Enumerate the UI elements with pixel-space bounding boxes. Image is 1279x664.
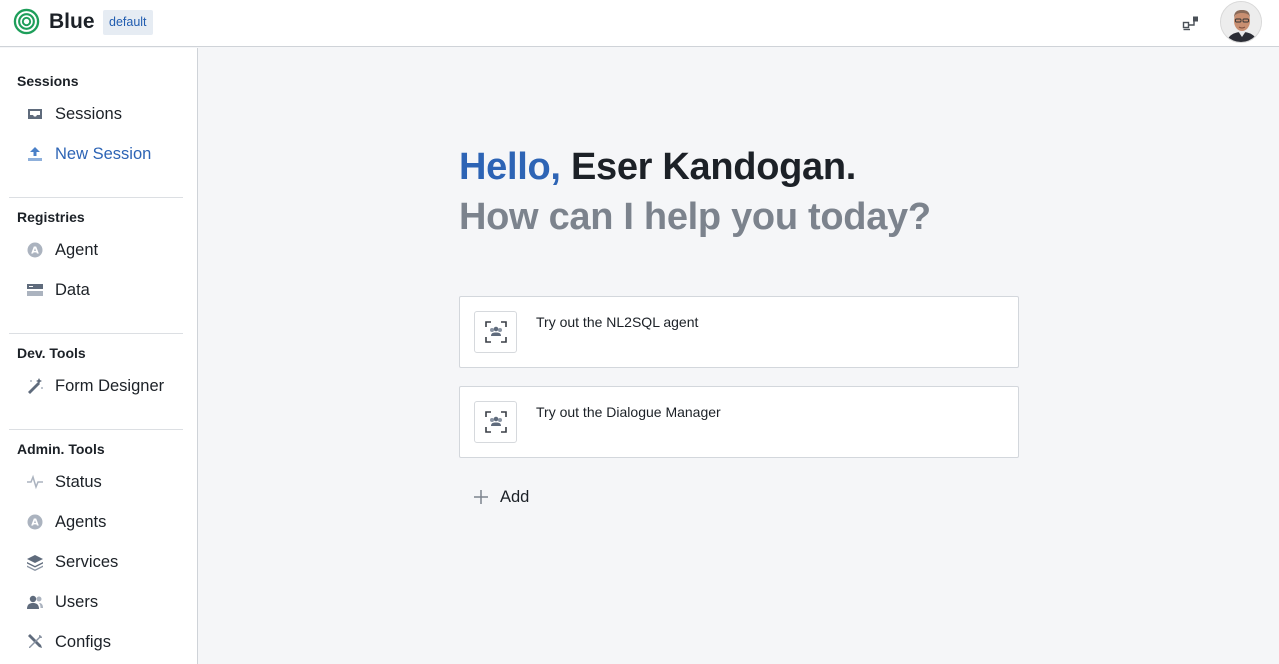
sidebar-divider [9,197,183,198]
environment-tag[interactable]: default [103,10,153,35]
top-bar: Blue default [0,0,1279,47]
quick-start-card-dialogue-manager[interactable]: Try out the Dialogue Manager [459,386,1019,458]
user-avatar[interactable] [1220,1,1262,43]
wrench-screwdriver-icon [26,633,44,651]
sidebar-section-title: Sessions [17,73,79,89]
sidebar-item-sessions[interactable]: Sessions [26,102,122,126]
add-button[interactable]: Add [472,485,529,509]
pulse-icon [26,473,44,491]
sidebar-item-label: Configs [55,632,111,651]
sidebar-section-title: Dev. Tools [17,345,86,361]
sidebar-item-agent[interactable]: A Agent [26,238,98,262]
greeting-question: How can I help you today? [459,196,931,238]
database-icon [26,281,44,299]
sidebar-item-agents[interactable]: A Agents [26,510,106,534]
sidebar-item-data[interactable]: Data [26,278,90,302]
svg-text:A: A [31,518,39,529]
sidebar-item-label: Users [55,592,99,611]
sidebar-item-status[interactable]: Status [26,470,102,494]
sidebar-item-label: Form Designer [55,376,165,395]
card-label: Try out the Dialogue Manager [536,404,721,420]
upload-icon [26,145,44,163]
sidebar-item-label: Sessions [55,104,122,123]
sidebar-item-label: Services [55,552,119,571]
inbox-icon [26,105,44,123]
sidebar-item-label: Data [55,280,90,299]
group-scan-icon [474,311,517,353]
group-scan-icon [474,401,517,443]
greeting-hello: Hello, [459,146,561,188]
greeting-heading: Hello, Eser Kandogan. [459,146,856,189]
sidebar-item-form-designer[interactable]: Form Designer [26,374,164,398]
main-content: Hello, Eser Kandogan. How can I help you… [199,48,1279,664]
sidebar-item-label: New Session [55,144,152,163]
sidebar-item-label: Agents [55,512,107,531]
sidebar-item-new-session[interactable]: New Session [26,142,151,166]
add-button-label: Add [500,487,530,506]
sidebar: Sessions Sessions New Session Registries… [0,48,198,664]
workspace-switch-icon[interactable] [1182,14,1200,32]
sidebar-divider [9,333,183,334]
people-icon [26,593,44,611]
sidebar-item-label: Status [55,472,102,491]
plus-icon [474,490,488,504]
magic-wand-icon [26,377,44,395]
sidebar-item-services[interactable]: Services [26,550,118,574]
sidebar-item-configs[interactable]: Configs [26,630,111,654]
quick-start-card-nl2sql[interactable]: Try out the NL2SQL agent [459,296,1019,368]
agent-circle-icon: A [26,513,44,531]
sidebar-item-label: Agent [55,240,99,259]
layers-icon [26,553,44,571]
brand-name[interactable]: Blue [49,10,95,34]
sidebar-divider [9,429,183,430]
agent-circle-icon: A [26,241,44,259]
sidebar-section-title: Registries [17,209,85,225]
greeting-user-name: Eser Kandogan. [570,146,857,188]
concentric-rings-logo[interactable] [13,8,40,35]
sidebar-section-title: Admin. Tools [17,441,105,457]
card-label: Try out the NL2SQL agent [536,314,699,330]
sidebar-item-users[interactable]: Users [26,590,98,614]
svg-text:A: A [31,246,39,257]
